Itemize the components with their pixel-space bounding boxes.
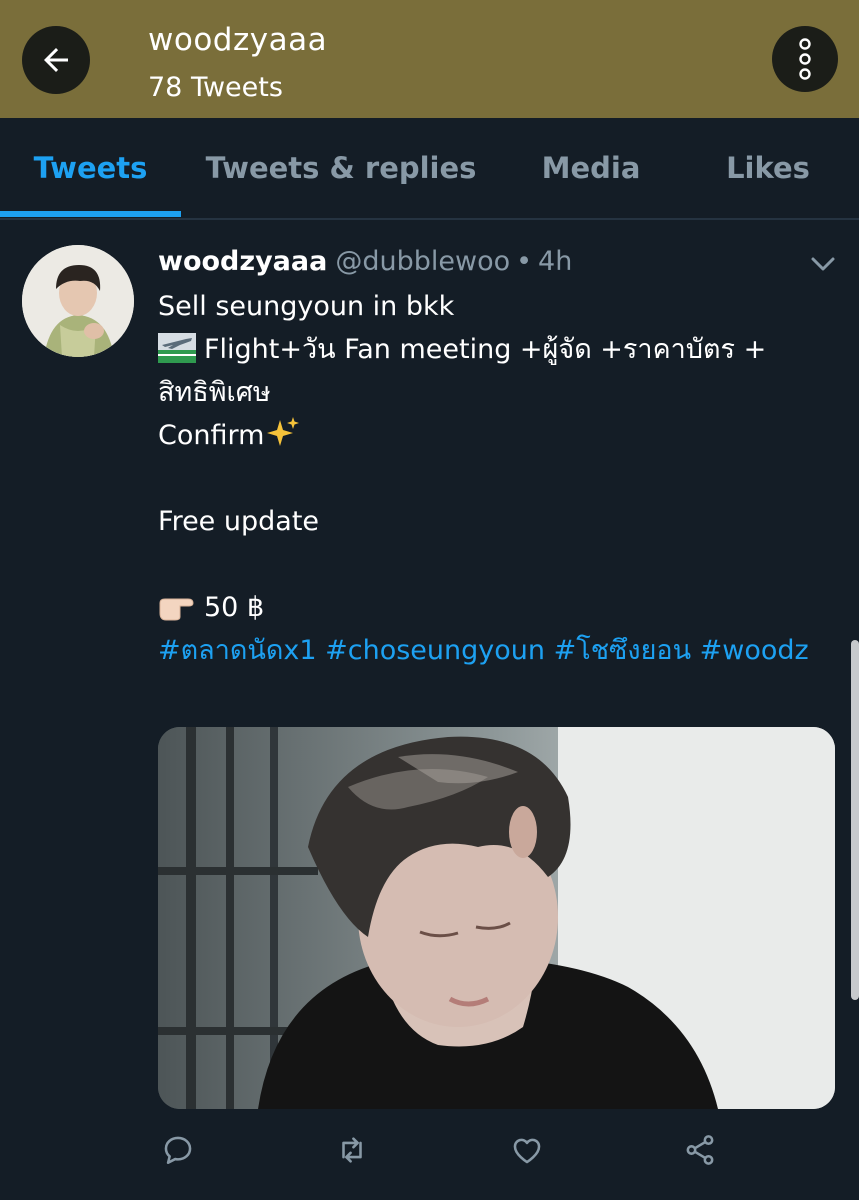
back-button[interactable] bbox=[22, 26, 90, 94]
tweet-line: Confirm bbox=[158, 414, 828, 457]
retweet-icon bbox=[342, 1137, 362, 1163]
tweet-author-handle[interactable]: @dubblewoo bbox=[335, 246, 510, 277]
avatar[interactable] bbox=[22, 245, 134, 357]
tab-tweets-and-replies[interactable]: Tweets & replies bbox=[200, 118, 482, 218]
tweet-photo-image bbox=[158, 727, 835, 1109]
hashtag-link[interactable]: #ตลาดนัดx1 bbox=[158, 635, 317, 666]
tweet-timestamp[interactable]: 4h bbox=[538, 246, 572, 277]
profile-header: woodzyaaa 78 Tweets bbox=[0, 0, 859, 118]
active-tab-indicator bbox=[0, 211, 181, 217]
tweet-line: Flight+วัน Fan meeting +ผู้จัด +ราคาบัตร… bbox=[158, 328, 828, 371]
reply-icon bbox=[164, 1136, 192, 1165]
avatar-image bbox=[22, 245, 134, 357]
tweet-count: 78 Tweets bbox=[148, 72, 283, 103]
tweet-line: 50 ฿ bbox=[158, 586, 828, 629]
airplane-departure-icon bbox=[158, 333, 196, 363]
tweet-line: Sell seungyoun in bkk bbox=[158, 291, 455, 322]
tweet-line: สิทธิพิเศษ bbox=[158, 377, 271, 408]
share-button[interactable] bbox=[682, 1132, 718, 1168]
hashtag-link[interactable]: #โชซึงยอน bbox=[554, 635, 691, 666]
chevron-down-icon[interactable] bbox=[808, 252, 838, 276]
tweet-separator: • bbox=[516, 246, 533, 277]
retweet-button[interactable] bbox=[334, 1132, 370, 1168]
vertical-dots-icon bbox=[799, 38, 811, 80]
sparkles-icon bbox=[267, 417, 300, 446]
reply-button[interactable] bbox=[160, 1132, 196, 1168]
hashtag-link[interactable]: #choseungyoun bbox=[325, 635, 545, 666]
like-icon bbox=[513, 1138, 541, 1164]
tweet-header: woodzyaaa @dubblewoo • 4h bbox=[158, 246, 572, 282]
tweet-author-name[interactable]: woodzyaaa bbox=[158, 246, 327, 277]
tweet-line-text: 50 ฿ bbox=[204, 592, 265, 623]
scrollbar-thumb[interactable] bbox=[851, 640, 859, 1000]
tweet-hashtags: #ตลาดนัดx1 #choseungyoun #โชซึงยอน #wood… bbox=[158, 629, 828, 672]
tab-media[interactable]: Media bbox=[530, 118, 652, 218]
hashtag-link[interactable]: #woodz bbox=[700, 635, 809, 666]
share-icon bbox=[686, 1135, 714, 1165]
tab-tweets[interactable]: Tweets bbox=[0, 118, 181, 218]
like-button[interactable] bbox=[509, 1132, 545, 1168]
profile-tabs: Tweets Tweets & replies Media Likes bbox=[0, 118, 859, 220]
arrow-left-icon bbox=[44, 48, 68, 72]
tweet-line: Free update bbox=[158, 506, 320, 537]
more-options-button[interactable] bbox=[772, 26, 838, 92]
tab-likes[interactable]: Likes bbox=[712, 118, 824, 218]
tweet-line-text: Confirm bbox=[158, 420, 265, 451]
pointing-hand-icon bbox=[159, 598, 194, 621]
tweet-line-text: Flight+วัน Fan meeting +ผู้จัด +ราคาบัตร… bbox=[204, 334, 767, 365]
tweet-body: Sell seungyoun in bkk Flight+วัน Fan mee… bbox=[158, 285, 828, 672]
tweet-photo[interactable] bbox=[158, 727, 835, 1109]
profile-name: woodzyaaa bbox=[148, 22, 328, 58]
